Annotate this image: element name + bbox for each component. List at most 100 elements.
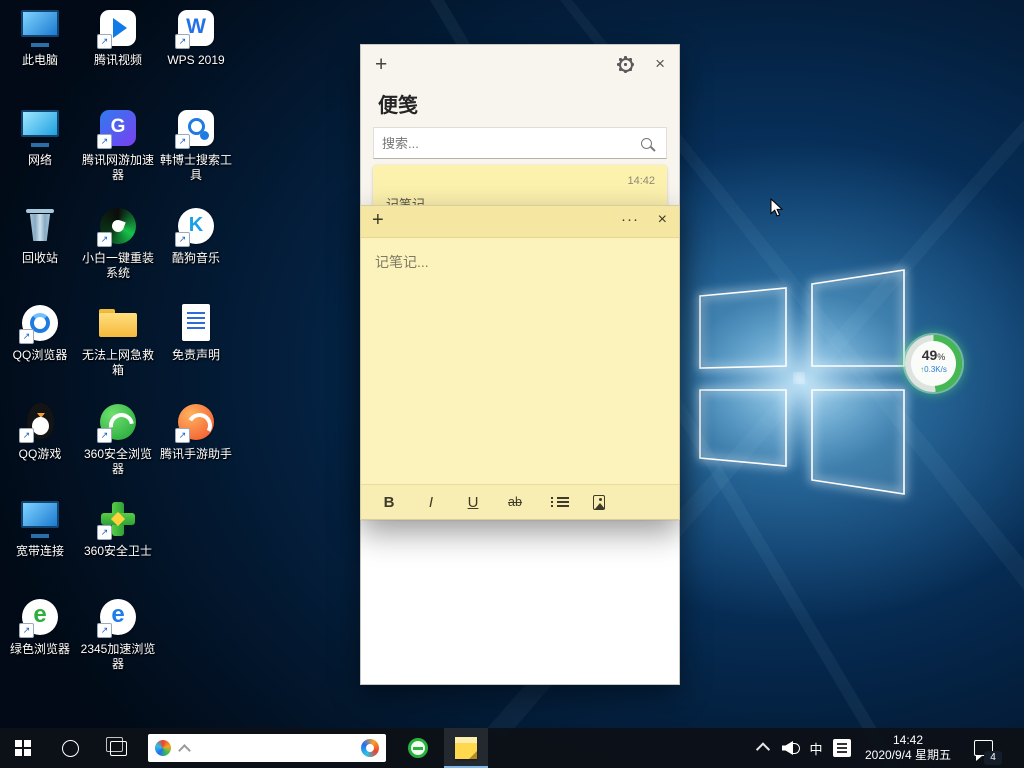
note-edit-area[interactable]: 记笔记...	[361, 237, 679, 485]
search-bar	[373, 127, 667, 159]
shortcut-arrow-icon	[97, 428, 112, 443]
desktop-icon-label: 韩博士搜索工具	[157, 153, 235, 183]
taskbar: 中 14:42 2020/9/4 星期五 4	[0, 728, 1024, 768]
note-timestamp: 14:42	[627, 175, 655, 187]
task-view-button[interactable]	[96, 728, 140, 768]
desktop-icon-qq-browser[interactable]: QQ浏览器	[1, 301, 79, 363]
tray-ime-mode[interactable]	[828, 728, 856, 768]
note-placeholder-text: 记笔记...	[375, 254, 429, 270]
shortcut-arrow-icon	[97, 232, 112, 247]
qq-browser-search-icon[interactable]	[361, 739, 379, 757]
chevron-up-icon	[756, 742, 770, 756]
360-safeguard-icon	[96, 497, 140, 541]
desktop-icon-label: 网络	[1, 153, 79, 168]
search-icon	[641, 138, 652, 149]
desktop-icon-green-browser[interactable]: 绿色浏览器	[1, 595, 79, 657]
sticky-note-window: + ··· × 记笔记... B I U ab	[360, 205, 680, 520]
sticky-note-titlebar[interactable]: + ··· ×	[361, 206, 679, 238]
upload-speed: 0.3K/s	[924, 365, 947, 374]
bullet-list-button[interactable]	[545, 488, 569, 516]
desktop-icon-recycle-bin[interactable]: 回收站	[1, 204, 79, 266]
shortcut-arrow-icon	[19, 428, 34, 443]
settings-gear-icon[interactable]	[619, 58, 633, 72]
new-note-button[interactable]: +	[372, 209, 384, 232]
mouse-cursor	[770, 198, 784, 218]
shortcut-arrow-icon	[19, 329, 34, 344]
tray-ime-language[interactable]: 中	[804, 728, 828, 768]
new-note-button[interactable]: +	[375, 53, 387, 77]
desktop-icon-label: 腾讯网游加速器	[79, 153, 157, 183]
taskbar-search-box[interactable]	[148, 734, 386, 762]
notes-list-empty-area	[361, 521, 679, 684]
clock-time: 14:42	[893, 733, 923, 748]
desktop-icon-label: WPS 2019	[157, 53, 235, 68]
search-tool-icon	[174, 106, 218, 150]
2345-browser-icon	[96, 595, 140, 639]
desktop-icon-disclaimer[interactable]: 免责声明	[157, 301, 235, 363]
shortcut-arrow-icon	[19, 623, 34, 638]
more-menu-icon[interactable]: ···	[621, 211, 639, 228]
notes-list-titlebar: + ×	[361, 45, 679, 85]
desktop-icon-kugou-music[interactable]: 酷狗音乐	[157, 204, 235, 266]
cortana-button[interactable]	[48, 728, 92, 768]
desktop-icon-broadband[interactable]: 宽带连接	[1, 497, 79, 559]
search-input[interactable]	[374, 136, 641, 151]
underline-button[interactable]: U	[461, 488, 485, 516]
tray-clock[interactable]: 14:42 2020/9/4 星期五	[858, 728, 958, 768]
ime-icon	[833, 739, 851, 757]
network-aid-folder-icon	[96, 301, 140, 345]
desktop-icon-label: 腾讯视频	[79, 53, 157, 68]
desktop-icon-network-aid[interactable]: 无法上网急救箱	[79, 301, 157, 378]
desktop-icon-label: 小白一键重装系统	[79, 251, 157, 281]
desktop-icon-game-accelerator[interactable]: 腾讯网游加速器	[79, 106, 157, 183]
insert-image-button[interactable]	[587, 488, 611, 516]
desktop-icon-reinstall-system[interactable]: 小白一键重装系统	[79, 204, 157, 281]
computer-icon	[18, 6, 62, 50]
action-center-button[interactable]: 4	[962, 728, 1004, 768]
taskbar-green-browser[interactable]	[396, 728, 440, 768]
desktop-icon-label: 腾讯手游助手	[157, 447, 235, 462]
netspeed-gauge[interactable]: 49% ↑0.3K/s	[905, 335, 962, 392]
bullet-list-icon	[551, 496, 563, 508]
green-browser-icon	[408, 738, 428, 758]
desktop-icon-label: 360安全浏览器	[79, 447, 157, 477]
close-icon[interactable]: ×	[658, 211, 667, 229]
note-format-toolbar: B I U ab	[361, 484, 679, 519]
shortcut-arrow-icon	[175, 232, 190, 247]
disclaimer-document-icon	[174, 301, 218, 345]
desktop-icon-2345-browser[interactable]: 2345加速浏览器	[79, 595, 157, 672]
windows-logo-icon	[15, 740, 31, 756]
tray-show-hidden-icons[interactable]	[750, 728, 776, 768]
desktop-icon-tencent-video[interactable]: 腾讯视频	[79, 6, 157, 68]
bold-button[interactable]: B	[377, 488, 401, 516]
tray-volume[interactable]	[778, 728, 804, 768]
network-icon	[18, 106, 62, 150]
desktop-icon-qq-game[interactable]: QQ游戏	[1, 400, 79, 462]
desktop-icon-wps[interactable]: WPS 2019	[157, 6, 235, 68]
game-assistant-icon	[174, 400, 218, 444]
strikethrough-button[interactable]: ab	[503, 488, 527, 516]
desktop-icon-360-safeguard[interactable]: 360安全卫士	[79, 497, 157, 559]
italic-button[interactable]: I	[419, 488, 443, 516]
qq-browser-icon	[18, 301, 62, 345]
shortcut-arrow-icon	[175, 134, 190, 149]
notification-badge: 4	[984, 751, 1002, 765]
close-icon[interactable]: ×	[655, 54, 665, 74]
desktop-icon-360-browser[interactable]: 360安全浏览器	[79, 400, 157, 477]
reinstall-system-icon	[96, 204, 140, 248]
desktop-icon-network[interactable]: 网络	[1, 106, 79, 168]
tencent-video-icon	[96, 6, 140, 50]
percent-sign: %	[937, 352, 945, 362]
shortcut-arrow-icon	[97, 525, 112, 540]
wps-icon	[174, 6, 218, 50]
desktop-icon-label: QQ浏览器	[1, 348, 79, 363]
chevron-up-icon[interactable]	[178, 744, 191, 757]
desktop-icon-this-pc[interactable]: 此电脑	[1, 6, 79, 68]
desktop-icon-label: 360安全卫士	[79, 544, 157, 559]
desktop-icon-label: 免责声明	[157, 348, 235, 363]
green-browser-icon	[18, 595, 62, 639]
desktop-icon-search-tool[interactable]: 韩博士搜索工具	[157, 106, 235, 183]
taskbar-sticky-notes-active[interactable]	[444, 728, 488, 768]
desktop-icon-game-assistant[interactable]: 腾讯手游助手	[157, 400, 235, 462]
start-button[interactable]	[0, 728, 46, 768]
